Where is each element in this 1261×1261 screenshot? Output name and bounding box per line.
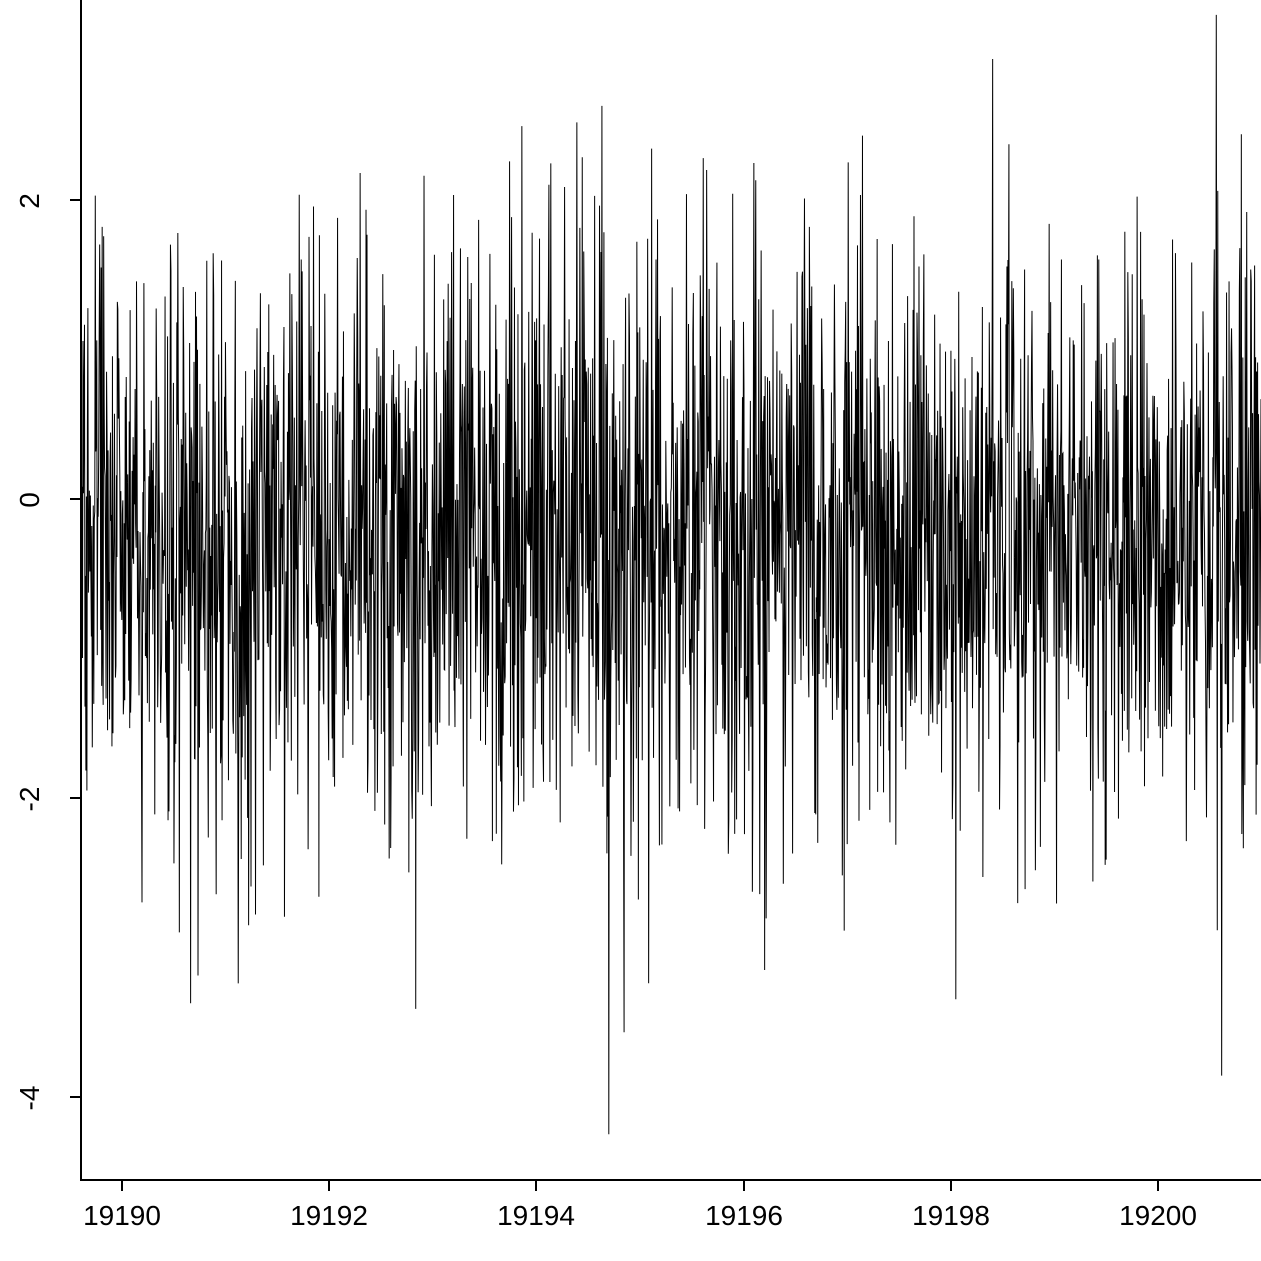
x-tick-label: 19196 bbox=[705, 1200, 783, 1232]
x-tick-label: 19194 bbox=[497, 1200, 575, 1232]
x-tick-label: 19200 bbox=[1119, 1200, 1197, 1232]
y-tick bbox=[70, 797, 80, 799]
x-tick bbox=[328, 1181, 330, 1191]
y-tick-label: 0 bbox=[14, 470, 46, 530]
y-tick bbox=[70, 498, 80, 500]
x-tick bbox=[950, 1181, 952, 1191]
x-tick bbox=[535, 1181, 537, 1191]
y-tick bbox=[70, 1096, 80, 1098]
y-tick-label: -4 bbox=[14, 1068, 46, 1128]
x-tick bbox=[1157, 1181, 1159, 1191]
chart-root: 2 0 -2 -4 19190 19192 19194 19196 19198 … bbox=[0, 0, 1261, 1261]
x-tick bbox=[743, 1181, 745, 1191]
x-tick bbox=[121, 1181, 123, 1191]
y-tick-label: 2 bbox=[14, 171, 46, 231]
plot-area bbox=[80, 0, 1261, 1181]
x-tick-label: 19190 bbox=[83, 1200, 161, 1232]
x-tick-label: 19198 bbox=[912, 1200, 990, 1232]
y-tick bbox=[70, 199, 80, 201]
noise-series bbox=[82, 0, 1261, 1179]
y-tick-label: -2 bbox=[14, 769, 46, 829]
x-tick-label: 19192 bbox=[290, 1200, 368, 1232]
